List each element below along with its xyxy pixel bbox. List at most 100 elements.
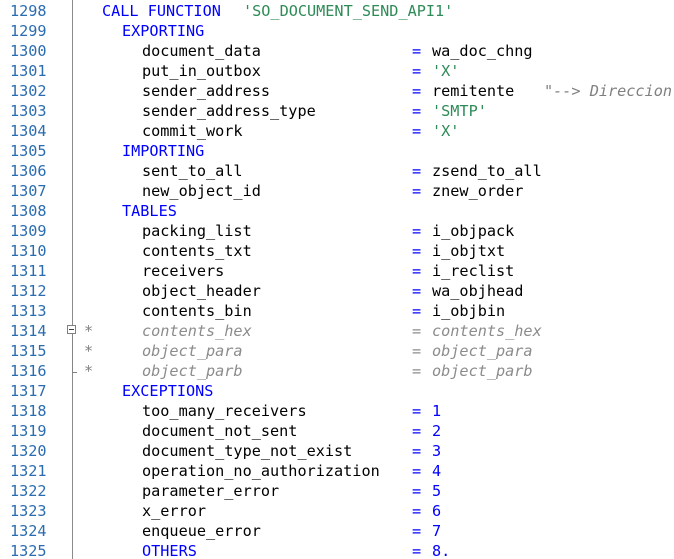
parameter-name: new_object_id — [142, 182, 261, 200]
line-number: 1299 — [10, 22, 47, 40]
code-line[interactable]: 1303 sender_address_type = 'SMTP' — [0, 101, 674, 121]
code-line[interactable]: 1310 contents_txt = i_objtxt — [0, 241, 674, 261]
assign-operator: = — [412, 42, 422, 60]
line-number: 1308 — [10, 202, 47, 220]
call-function-keyword: CALL FUNCTION — [102, 2, 221, 20]
assign-operator: = — [412, 282, 422, 300]
line-number: 1313 — [10, 302, 47, 320]
parameter-name: OTHERS — [142, 542, 197, 559]
assign-operator: = — [412, 362, 422, 380]
assign-operator: = — [412, 82, 422, 100]
inline-comment: "--> Direccion — [544, 82, 673, 100]
code-line[interactable]: 1316 * object_parb = object_parb — [0, 361, 674, 381]
comment-marker: * — [84, 362, 94, 380]
parameter-value: 4 — [432, 462, 442, 480]
code-line[interactable]: 1305 IMPORTING — [0, 141, 674, 161]
code-line[interactable]: 1301 put_in_outbox = 'X' — [0, 61, 674, 81]
section-keyword: EXCEPTIONS — [122, 382, 214, 400]
code-line[interactable]: 1311 receivers = i_reclist — [0, 261, 674, 281]
code-line[interactable]: 1325 OTHERS = 8. — [0, 541, 674, 559]
assign-operator: = — [412, 462, 422, 480]
parameter-name: document_type_not_exist — [142, 442, 353, 460]
line-number: 1323 — [10, 502, 47, 520]
line-number: 1300 — [10, 42, 47, 60]
parameter-value: 5 — [432, 482, 442, 500]
code-line[interactable]: 1319 document_not_sent = 2 — [0, 421, 674, 441]
line-number: 1301 — [10, 62, 47, 80]
code-line[interactable]: 1299 EXPORTING — [0, 21, 674, 41]
assign-operator: = — [412, 422, 422, 440]
code-line[interactable]: 1308 TABLES — [0, 201, 674, 221]
code-line[interactable]: 1304 commit_work = 'X' — [0, 121, 674, 141]
code-line[interactable]: 1300 document_data = wa_doc_chng — [0, 41, 674, 61]
code-line[interactable]: 1315 * object_para = object_para — [0, 341, 674, 361]
parameter-name: contents_bin — [142, 302, 252, 320]
code-line[interactable]: 1306 sent_to_all = zsend_to_all — [0, 161, 674, 181]
code-line[interactable]: 1312 object_header = wa_objhead — [0, 281, 674, 301]
parameter-value: object_para — [432, 342, 533, 360]
assign-operator: = — [412, 182, 422, 200]
parameter-value: 3 — [432, 442, 442, 460]
parameter-name: enqueue_error — [142, 522, 261, 540]
code-line[interactable]: 1298 CALL FUNCTION 'SO_DOCUMENT_SEND_API1' — [0, 1, 674, 21]
parameter-value: wa_doc_chng — [432, 42, 533, 60]
parameter-value: 2 — [432, 422, 442, 440]
assign-operator: = — [412, 322, 422, 340]
line-number: 1315 — [10, 342, 47, 360]
parameter-name: parameter_error — [142, 482, 280, 500]
parameter-name: too_many_receivers — [142, 402, 307, 420]
code-line[interactable]: 1321 operation_no_authorization = 4 — [0, 461, 674, 481]
comment-marker: * — [84, 342, 94, 360]
assign-operator: = — [412, 342, 422, 360]
line-number: 1314 — [10, 322, 47, 340]
parameter-name: receivers — [142, 262, 225, 280]
parameter-name: sender_address — [142, 82, 271, 100]
code-line[interactable]: 1313 contents_bin = i_objbin — [0, 301, 674, 321]
parameter-value: zsend_to_all — [432, 162, 542, 180]
function-name-string: 'SO_DOCUMENT_SEND_API1' — [243, 2, 454, 20]
parameter-value: i_objbin — [432, 302, 506, 320]
code-line[interactable]: 1323 x_error = 6 — [0, 501, 674, 521]
line-number: 1325 — [10, 542, 47, 559]
comment-marker: * — [84, 322, 94, 340]
code-line[interactable]: 1314 * contents_hex = contents_hex — [0, 321, 674, 341]
line-number: 1305 — [10, 142, 47, 160]
line-number: 1320 — [10, 442, 47, 460]
code-line[interactable]: 1307 new_object_id = znew_order — [0, 181, 674, 201]
line-number: 1309 — [10, 222, 47, 240]
code-line[interactable]: 1309 packing_list = i_objpack — [0, 221, 674, 241]
parameter-value: 7 — [432, 522, 442, 540]
code-line[interactable]: 1302 sender_address = remitente "--> Direcci… — [0, 81, 674, 101]
assign-operator: = — [412, 502, 422, 520]
parameter-value: 6 — [432, 502, 442, 520]
line-number: 1310 — [10, 242, 47, 260]
line-number: 1322 — [10, 482, 47, 500]
code-line[interactable]: 1317 EXCEPTIONS — [0, 381, 674, 401]
code-editor[interactable]: 1298 CALL FUNCTION 'SO_DOCUMENT_SEND_API1'… — [0, 0, 674, 559]
code-line[interactable]: 1322 parameter_error = 5 — [0, 481, 674, 501]
line-number: 1317 — [10, 382, 47, 400]
parameter-name: object_para — [142, 342, 243, 360]
line-number: 1324 — [10, 522, 47, 540]
code-line[interactable]: 1324 enqueue_error = 7 — [0, 521, 674, 541]
parameter-value: remitente — [432, 82, 515, 100]
assign-operator: = — [412, 482, 422, 500]
assign-operator: = — [412, 242, 422, 260]
line-number: 1304 — [10, 122, 47, 140]
assign-operator: = — [412, 442, 422, 460]
parameter-name: sent_to_all — [142, 162, 243, 180]
code-line[interactable]: 1318 too_many_receivers = 1 — [0, 401, 674, 421]
parameter-name: sender_address_type — [142, 102, 316, 120]
assign-operator: = — [412, 122, 422, 140]
parameter-value: wa_objhead — [432, 282, 524, 300]
line-number: 1306 — [10, 162, 47, 180]
line-number: 1302 — [10, 82, 47, 100]
line-number: 1321 — [10, 462, 47, 480]
section-keyword: EXPORTING — [122, 22, 205, 40]
code-line[interactable]: 1320 document_type_not_exist = 3 — [0, 441, 674, 461]
parameter-value: 'X' — [432, 122, 460, 140]
parameter-value: i_objpack — [432, 222, 515, 240]
assign-operator: = — [412, 542, 422, 559]
line-number: 1307 — [10, 182, 47, 200]
parameter-value: contents_hex — [432, 322, 542, 340]
